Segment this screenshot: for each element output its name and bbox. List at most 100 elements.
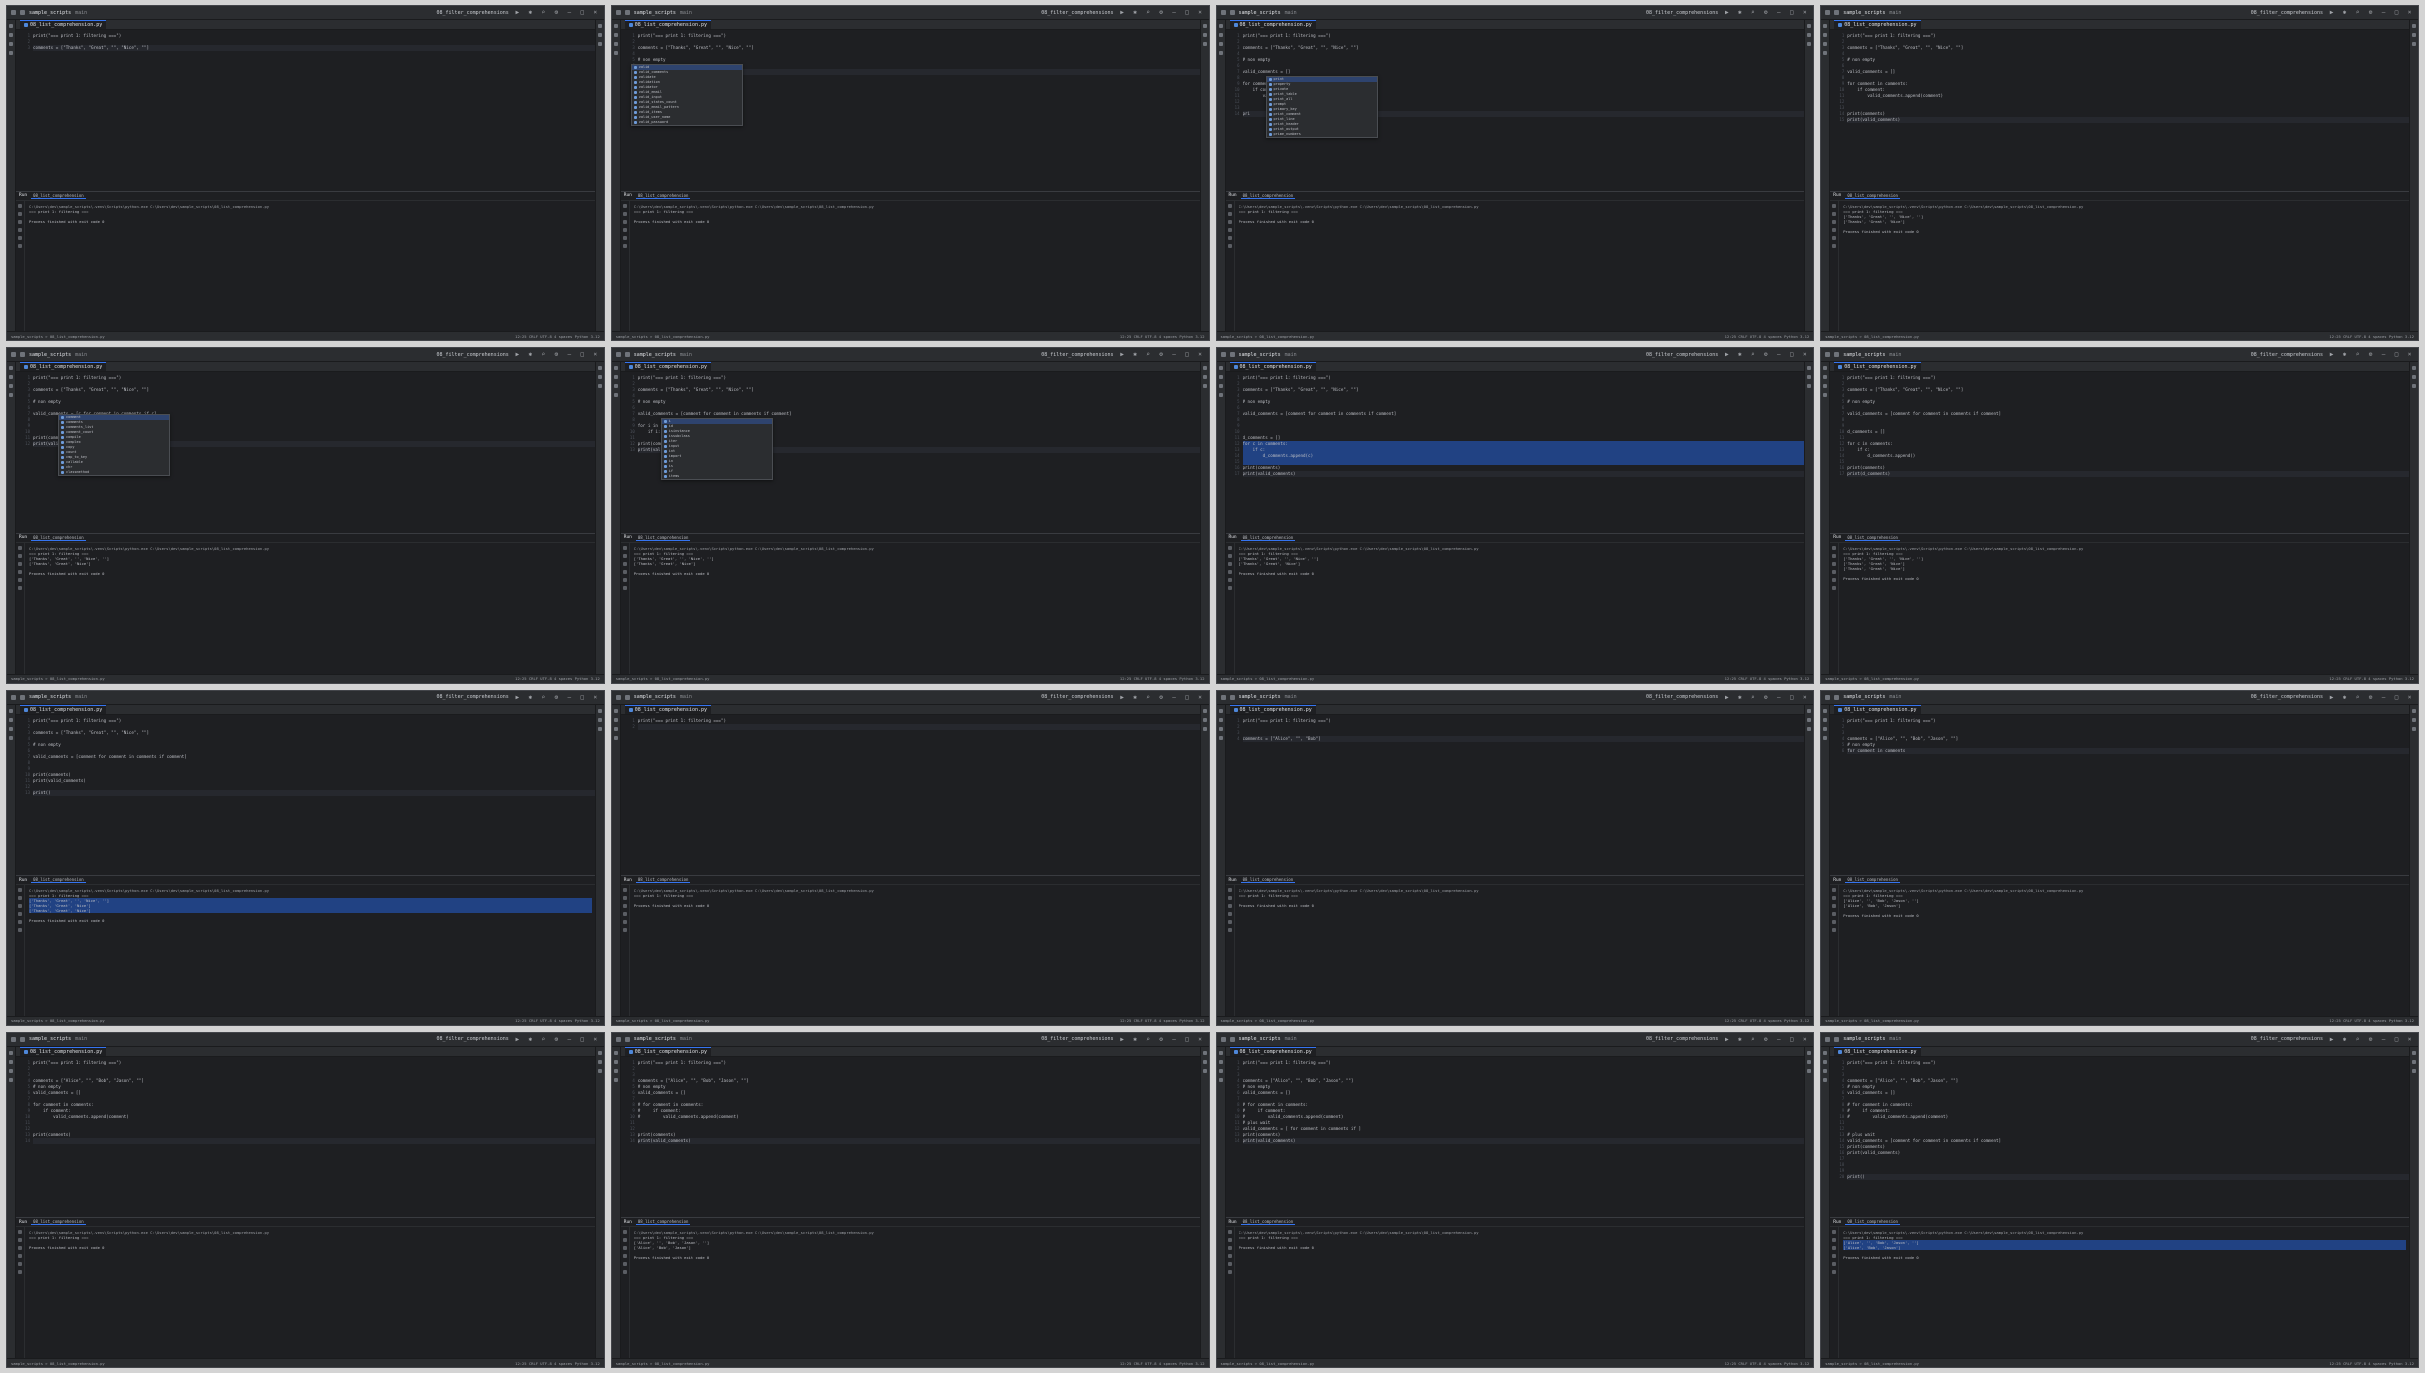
close-icon[interactable]: × xyxy=(1800,1036,1809,1043)
maximize-icon[interactable]: □ xyxy=(1787,694,1796,701)
more-tools-icon[interactable] xyxy=(1823,393,1828,398)
notifications-icon[interactable] xyxy=(1202,708,1207,713)
status-info[interactable]: 12:25 CRLF UTF-8 4 spaces Python 3.12 xyxy=(515,676,600,681)
search-icon[interactable]: ⌕ xyxy=(539,9,548,16)
debug-icon[interactable]: ✱ xyxy=(1735,1036,1744,1043)
print-icon[interactable] xyxy=(18,1254,22,1259)
main-menu-icon[interactable] xyxy=(615,10,621,15)
settings-icon[interactable]: ⚙ xyxy=(1761,351,1770,358)
commit-tool-icon[interactable] xyxy=(1823,42,1828,46)
run-tab[interactable]: 08_list_comprehension xyxy=(1240,193,1296,199)
maximize-icon[interactable]: □ xyxy=(1183,1036,1192,1043)
settings-icon[interactable]: ⚙ xyxy=(2366,694,2375,701)
project-name[interactable]: sample_scripts xyxy=(1239,1036,1281,1042)
rerun-icon[interactable] xyxy=(1227,545,1232,550)
search-icon[interactable]: ⌕ xyxy=(2353,9,2362,16)
code-area[interactable]: print("=== print 1: filtering ===") comme… xyxy=(33,1057,595,1218)
status-info[interactable]: 12:25 CRLF UTF-8 4 spaces Python 3.12 xyxy=(2329,1361,2414,1366)
commit-tool-icon[interactable] xyxy=(1218,1068,1223,1073)
run-configuration[interactable]: 08_filter_comprehensions xyxy=(1041,694,1113,700)
run-configuration[interactable]: 08_filter_comprehensions xyxy=(2251,1036,2323,1042)
run-configuration[interactable]: 08_filter_comprehensions xyxy=(1041,10,1113,16)
ai-assistant-icon[interactable] xyxy=(2412,726,2416,731)
database-icon[interactable] xyxy=(1202,717,1207,722)
structure-tool-icon[interactable] xyxy=(613,717,618,722)
rerun-icon[interactable] xyxy=(18,545,22,550)
delete-icon[interactable] xyxy=(1227,577,1232,582)
rerun-icon[interactable] xyxy=(622,545,627,550)
maximize-icon[interactable]: □ xyxy=(1183,351,1192,358)
minimize-icon[interactable]: – xyxy=(2379,1036,2388,1043)
debug-icon[interactable]: ✱ xyxy=(1131,351,1140,358)
vcs-branch[interactable]: main xyxy=(1889,10,1901,16)
rerun-icon[interactable] xyxy=(622,888,627,893)
main-menu-icon[interactable] xyxy=(1825,1036,1831,1042)
run-tab[interactable]: 08_list_comprehension xyxy=(1845,193,1900,199)
settings-icon[interactable]: ⚙ xyxy=(1157,694,1166,701)
vcs-branch[interactable]: main xyxy=(680,352,692,358)
scroll-to-end-icon[interactable] xyxy=(18,1246,22,1251)
run-icon[interactable]: ▶ xyxy=(1722,694,1731,701)
notifications-icon[interactable] xyxy=(597,708,602,713)
stop-icon[interactable] xyxy=(622,1238,627,1243)
delete-icon[interactable] xyxy=(1832,1262,1837,1267)
print-icon[interactable] xyxy=(622,1254,627,1259)
run-tab[interactable]: 08_list_comprehension xyxy=(31,193,86,199)
rerun-icon[interactable] xyxy=(18,203,22,208)
ai-assistant-icon[interactable] xyxy=(597,42,602,46)
settings-icon[interactable]: ⚙ xyxy=(1157,9,1166,16)
more-tools-icon[interactable] xyxy=(613,735,618,740)
vcs-branch[interactable]: main xyxy=(75,10,87,16)
minimize-icon[interactable]: – xyxy=(2379,9,2388,16)
status-info[interactable]: 12:25 CRLF UTF-8 4 spaces Python 3.12 xyxy=(2329,334,2414,339)
structure-tool-icon[interactable] xyxy=(9,1059,13,1064)
file-tab[interactable]: 08_list_comprehension.py xyxy=(1229,362,1316,372)
run-icon[interactable]: ▶ xyxy=(1118,9,1127,16)
run-configuration[interactable]: 08_filter_comprehensions xyxy=(2251,694,2323,700)
settings-icon[interactable] xyxy=(18,585,22,590)
code-area[interactable]: print("=== print 1: filtering ===") comme… xyxy=(1847,372,2409,533)
settings-icon[interactable]: ⚙ xyxy=(1157,1036,1166,1043)
ai-assistant-icon[interactable] xyxy=(1807,1068,1812,1073)
more-tools-icon[interactable] xyxy=(1823,1077,1828,1082)
database-icon[interactable] xyxy=(1807,375,1812,380)
code-editor[interactable]: 1 2 3 4 5 6 7 8 9 10 11 12 13 print("=== print 1: fil… xyxy=(16,715,595,876)
delete-icon[interactable] xyxy=(1832,235,1837,240)
print-icon[interactable] xyxy=(1832,569,1837,574)
breadcrumb[interactable]: sample_scripts > 08_list_comprehension.p… xyxy=(616,1018,710,1023)
scroll-to-end-icon[interactable] xyxy=(1227,904,1232,909)
close-icon[interactable]: × xyxy=(2405,351,2414,358)
debug-icon[interactable]: ✱ xyxy=(1131,1036,1140,1043)
notifications-icon[interactable] xyxy=(1202,1050,1207,1055)
delete-icon[interactable] xyxy=(18,235,22,240)
settings-icon[interactable]: ⚙ xyxy=(2366,9,2375,16)
run-icon[interactable]: ▶ xyxy=(513,694,522,701)
debug-icon[interactable]: ✱ xyxy=(526,351,535,358)
scroll-to-end-icon[interactable] xyxy=(1832,219,1837,224)
search-icon[interactable]: ⌕ xyxy=(539,351,548,358)
project-name[interactable]: sample_scripts xyxy=(1239,10,1281,16)
run-configuration[interactable]: 08_filter_comprehensions xyxy=(2251,10,2323,16)
scroll-to-end-icon[interactable] xyxy=(1832,1246,1837,1251)
maximize-icon[interactable]: □ xyxy=(2392,1036,2401,1043)
code-editor[interactable]: 1 2 3 4 5 6 7 8 9 10 11 12 13 14 15 16 17 print("=== prin… xyxy=(1226,372,1805,533)
scroll-to-end-icon[interactable] xyxy=(622,561,627,566)
print-icon[interactable] xyxy=(1832,227,1837,232)
scroll-to-end-icon[interactable] xyxy=(1227,561,1232,566)
debug-icon[interactable]: ✱ xyxy=(2340,694,2349,701)
notifications-icon[interactable] xyxy=(2412,708,2416,713)
console-output[interactable]: C:\Users\dev\sample_scripts\.venv\Script… xyxy=(1839,543,2409,674)
main-menu-icon[interactable] xyxy=(1825,694,1831,700)
commit-tool-icon[interactable] xyxy=(613,1068,618,1073)
file-tab[interactable]: 08_list_comprehension.py xyxy=(624,704,711,714)
main-menu-icon[interactable] xyxy=(1220,10,1226,15)
search-icon[interactable]: ⌕ xyxy=(1144,9,1153,16)
commit-tool-icon[interactable] xyxy=(9,42,13,46)
structure-tool-icon[interactable] xyxy=(613,1059,618,1064)
console-output[interactable]: C:\Users\dev\sample_scripts\.venv\Script… xyxy=(25,885,595,1016)
maximize-icon[interactable]: □ xyxy=(1183,694,1192,701)
ai-assistant-icon[interactable] xyxy=(2412,384,2416,389)
settings-icon[interactable]: ⚙ xyxy=(552,9,561,16)
breadcrumb[interactable]: sample_scripts > 08_list_comprehension.p… xyxy=(616,676,710,681)
close-icon[interactable]: × xyxy=(1196,351,1205,358)
